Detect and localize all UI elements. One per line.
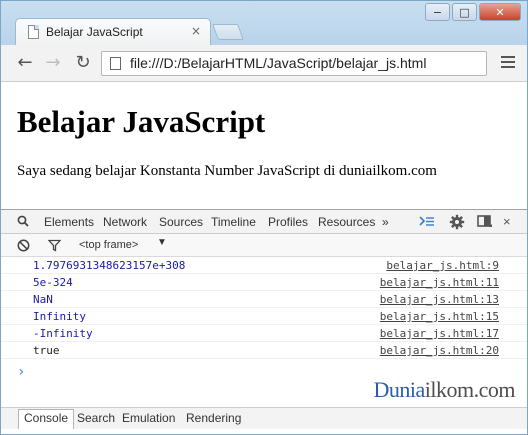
console-value: 5e-324 bbox=[33, 276, 73, 289]
url-text[interactable]: file:///D:/BelajarHTML/JavaScript/belaja… bbox=[130, 55, 426, 71]
tab-network[interactable]: Network bbox=[103, 215, 147, 229]
address-bar[interactable]: file:///D:/BelajarHTML/JavaScript/belaja… bbox=[101, 51, 487, 76]
console-value: true bbox=[33, 344, 60, 357]
close-window-button[interactable]: ✕ bbox=[479, 3, 521, 21]
minimize-button[interactable]: − bbox=[425, 3, 450, 21]
devtools-tabbar: Elements Network Sources Timeline Profil… bbox=[1, 210, 527, 234]
watermark-logo: Duniailkom.com bbox=[373, 377, 516, 403]
page-content: Belajar JavaScript Saya sedang belajar K… bbox=[1, 82, 527, 209]
tab-title: Belajar JavaScript bbox=[46, 25, 143, 39]
source-link[interactable]: belajar_js.html:9 bbox=[386, 259, 499, 272]
browser-tab[interactable]: Belajar JavaScript × bbox=[15, 18, 211, 45]
source-link[interactable]: belajar_js.html:17 bbox=[380, 327, 499, 340]
console-value: 1.7976931348623157e+308 bbox=[33, 259, 186, 272]
tab-elements[interactable]: Elements bbox=[44, 215, 94, 229]
dock-icon[interactable] bbox=[477, 215, 493, 229]
source-link[interactable]: belajar_js.html:11 bbox=[380, 276, 499, 289]
source-link[interactable]: belajar_js.html:15 bbox=[380, 310, 499, 323]
watermark-part-1: Dunia bbox=[373, 377, 426, 402]
console-row: 1.7976931348623157e+308 belajar_js.html:9 bbox=[1, 257, 527, 274]
title-bar: Belajar JavaScript × − □ ✕ bbox=[1, 1, 527, 45]
watermark-part-2: ilkom.com bbox=[424, 377, 516, 402]
clear-console-icon[interactable] bbox=[17, 239, 30, 252]
menu-icon[interactable] bbox=[501, 56, 515, 71]
drawer-tab-console[interactable]: Console bbox=[18, 409, 75, 429]
drawer-tab-search[interactable]: Search bbox=[77, 411, 115, 425]
console-value: NaN bbox=[33, 293, 53, 306]
new-tab-button[interactable] bbox=[212, 24, 244, 40]
console-prompt[interactable]: › bbox=[17, 364, 25, 380]
gear-icon[interactable] bbox=[449, 214, 465, 230]
back-arrow-icon[interactable]: ← bbox=[15, 53, 35, 73]
source-link[interactable]: belajar_js.html:20 bbox=[380, 344, 499, 357]
console-row: 5e-324 belajar_js.html:11 bbox=[1, 274, 527, 291]
console-row: true belajar_js.html:20 bbox=[1, 342, 527, 359]
forward-arrow-icon[interactable]: → bbox=[43, 53, 63, 73]
close-devtools-icon[interactable]: × bbox=[503, 214, 511, 229]
tab-resources[interactable]: Resources bbox=[318, 215, 375, 229]
console-row: -Infinity belajar_js.html:17 bbox=[1, 325, 527, 342]
source-link[interactable]: belajar_js.html:13 bbox=[380, 293, 499, 306]
console-log: 1.7976931348623157e+308 belajar_js.html:9… bbox=[1, 257, 527, 359]
drawer-tab-rendering[interactable]: Rendering bbox=[186, 411, 241, 425]
browser-toolbar: ← → ↻ file:///D:/BelajarHTML/JavaScript/… bbox=[1, 45, 527, 82]
close-tab-icon[interactable]: × bbox=[191, 24, 201, 38]
console-value: Infinity bbox=[33, 310, 86, 323]
console-value: -Infinity bbox=[33, 327, 93, 340]
frame-select[interactable]: <top frame> bbox=[79, 239, 138, 251]
tab-sources[interactable]: Sources bbox=[159, 215, 203, 229]
more-tabs-icon[interactable]: » bbox=[382, 215, 389, 229]
page-icon bbox=[28, 25, 39, 39]
chevron-down-icon[interactable]: ▼ bbox=[157, 237, 167, 248]
console-row: Infinity belajar_js.html:15 bbox=[1, 308, 527, 325]
console-toolbar: <top frame> ▼ bbox=[1, 234, 527, 257]
console-row: NaN belajar_js.html:13 bbox=[1, 291, 527, 308]
browser-window: Belajar JavaScript × − □ ✕ ← → ↻ file://… bbox=[0, 0, 528, 435]
page-heading: Belajar JavaScript bbox=[17, 104, 266, 139]
drawer-tabbar: Console Search Emulation Rendering bbox=[1, 407, 527, 429]
file-icon bbox=[110, 57, 121, 70]
tab-profiles[interactable]: Profiles bbox=[268, 215, 308, 229]
tab-timeline[interactable]: Timeline bbox=[211, 215, 256, 229]
reload-icon[interactable]: ↻ bbox=[73, 53, 93, 73]
page-paragraph: Saya sedang belajar Konstanta Number Jav… bbox=[17, 163, 437, 179]
devtools-panel: Elements Network Sources Timeline Profil… bbox=[1, 209, 527, 434]
search-icon[interactable] bbox=[17, 215, 29, 227]
drawer-tab-emulation[interactable]: Emulation bbox=[122, 411, 175, 425]
window-controls: − □ ✕ bbox=[425, 3, 521, 21]
filter-icon[interactable] bbox=[48, 239, 61, 252]
maximize-button[interactable]: □ bbox=[452, 3, 477, 21]
console-drawer-icon[interactable] bbox=[419, 215, 435, 228]
